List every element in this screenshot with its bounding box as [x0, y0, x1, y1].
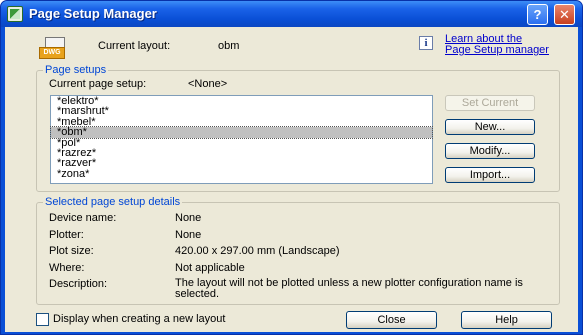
plot-size-value: 420.00 x 297.00 mm (Landscape) — [175, 245, 340, 257]
window-title: Page Setup Manager — [29, 6, 157, 21]
set-current-button[interactable]: Set Current — [445, 95, 535, 111]
page-setups-list[interactable]: *elektro* *marshrut* *mebel* *obm* *pol*… — [50, 95, 433, 184]
title-help-button[interactable]: ? — [527, 4, 548, 25]
plot-size-label: Plot size: — [49, 245, 94, 257]
device-name-label: Device name: — [49, 212, 117, 224]
list-item[interactable]: *marshrut* — [51, 106, 432, 117]
learn-about-link[interactable]: Learn about the Page Setup manager — [445, 34, 549, 56]
description-value: The layout will not be plotted unless a … — [175, 277, 523, 300]
setup-details-group: Selected page setup details Device name:… — [36, 196, 560, 305]
import-button[interactable]: Import... — [445, 167, 535, 183]
where-label: Where: — [49, 262, 85, 274]
list-item[interactable]: *mebel* — [51, 116, 432, 127]
title-close-button[interactable]: ✕ — [554, 4, 575, 25]
list-item[interactable]: *razrez* — [51, 147, 432, 158]
list-item-selected[interactable]: *obm* — [50, 126, 433, 139]
plotter-value: None — [175, 229, 202, 241]
modify-button[interactable]: Modify... — [445, 143, 535, 159]
title-bar[interactable]: Page Setup Manager ? ✕ — [1, 1, 582, 27]
new-button[interactable]: New... — [445, 119, 535, 135]
info-icon: i — [419, 36, 433, 50]
list-item[interactable]: *razver* — [51, 158, 432, 169]
help-button[interactable]: Help — [461, 311, 552, 329]
device-name-value: None — [175, 212, 202, 224]
dwg-file-icon: DWG — [39, 37, 69, 67]
dwg-tag: DWG — [39, 47, 65, 59]
setup-details-group-title: Selected page setup details — [43, 196, 183, 208]
dialog-client-area: DWG Current layout: obm i Learn about th… — [5, 27, 578, 332]
display-on-new-layout-label[interactable]: Display when creating a new layout — [53, 313, 225, 325]
description-label: Description: — [49, 278, 108, 290]
list-item[interactable]: *zona* — [51, 168, 432, 179]
current-layout-label: Current layout: — [98, 40, 171, 52]
autocad-app-icon — [7, 6, 23, 22]
page-setups-group: Page setups Current page setup: <None> *… — [36, 64, 560, 192]
current-page-setup-label: Current page setup: — [49, 78, 147, 90]
learn-link-line-2: Page Setup manager — [445, 44, 549, 56]
list-item[interactable]: *pol* — [51, 137, 432, 148]
where-value: Not applicable — [175, 262, 245, 274]
current-page-setup-value: <None> — [188, 78, 228, 90]
page-setup-manager-window: Page Setup Manager ? ✕ DWG Current layou… — [0, 0, 583, 335]
close-button[interactable]: Close — [346, 311, 437, 329]
plotter-label: Plotter: — [49, 229, 84, 241]
current-layout-value: obm — [218, 40, 240, 52]
display-on-new-layout-checkbox[interactable] — [36, 313, 49, 326]
page-setups-group-title: Page setups — [43, 64, 109, 76]
